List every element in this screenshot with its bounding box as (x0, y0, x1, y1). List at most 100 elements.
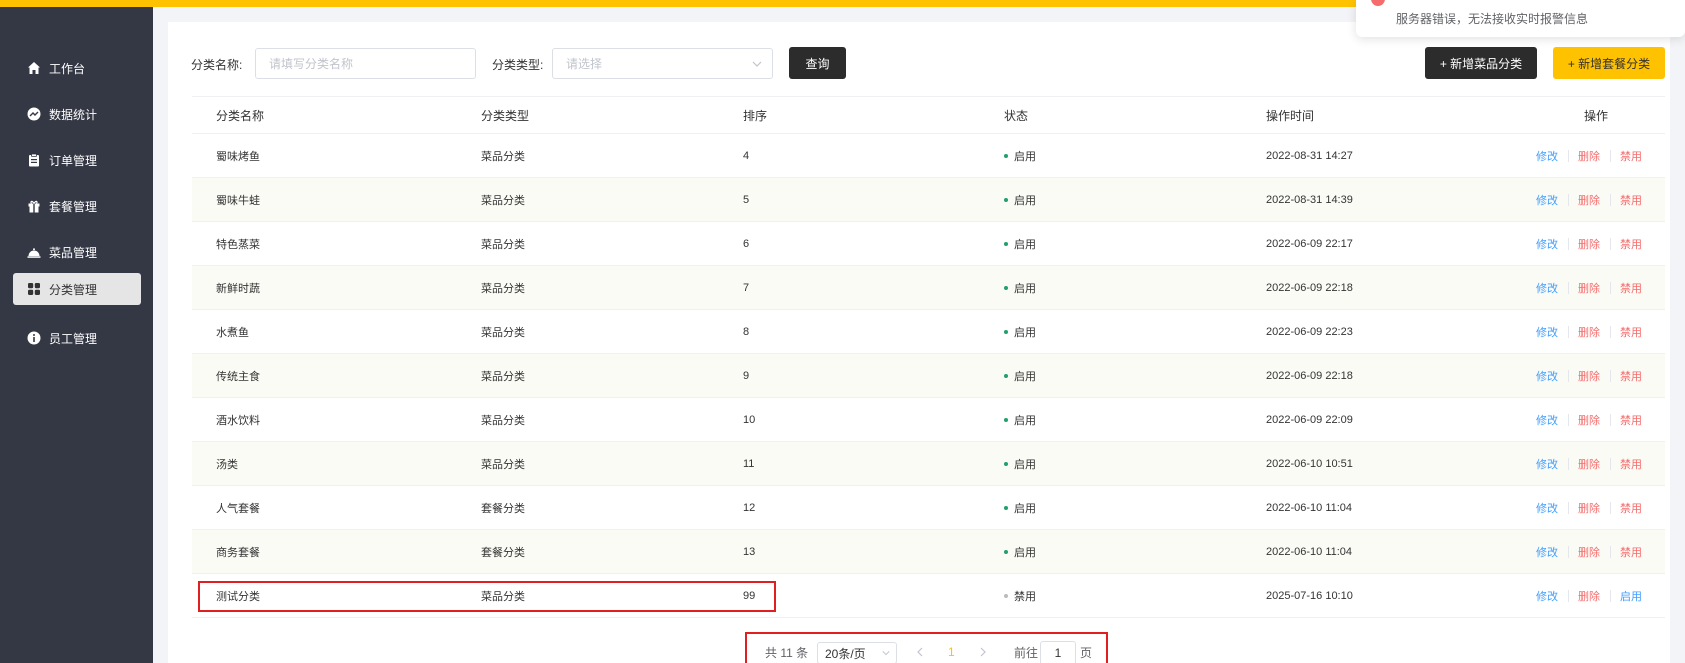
clipboard-icon (27, 153, 41, 167)
category-type-select[interactable]: 请选择 (552, 48, 773, 79)
toggle-status-label: 禁用 (1620, 326, 1642, 339)
toggle-status-button[interactable]: 禁用 (1620, 266, 1642, 309)
delete-button[interactable]: 删除 (1578, 442, 1600, 485)
status-text: 启用 (1014, 150, 1036, 163)
edit-button[interactable]: 修改 (1536, 442, 1558, 485)
sidebar-item-orders[interactable]: 订单管理 (13, 144, 141, 176)
delete-button[interactable]: 删除 (1578, 222, 1600, 265)
divider (1568, 530, 1569, 573)
cell-name: 蜀味牛蛙 (216, 194, 260, 207)
cell-status: 启用 (1004, 530, 1036, 573)
delete-button[interactable]: 删除 (1578, 310, 1600, 353)
edit-button[interactable]: 修改 (1536, 398, 1558, 441)
prev-page-button[interactable] (916, 640, 924, 663)
header-status: 状态 (1004, 108, 1029, 123)
cell-status: 启用 (1004, 266, 1036, 309)
sidebar-item-setmeals[interactable]: 套餐管理 (13, 190, 141, 222)
next-page-button[interactable] (979, 640, 987, 663)
edit-label: 修改 (1536, 458, 1558, 471)
goto-page-input[interactable]: 1 (1040, 641, 1076, 663)
cell-status: 启用 (1004, 134, 1036, 177)
cell-time: 2022-06-09 22:23 (1266, 325, 1353, 338)
cell-name: 水煮鱼 (216, 326, 249, 339)
table-row: 新鲜时蔬 菜品分类 7 启用 2022-06-09 22:18 修改 删除 禁用 (192, 266, 1665, 310)
toggle-status-button[interactable]: 禁用 (1620, 222, 1642, 265)
delete-label: 删除 (1578, 546, 1600, 559)
delete-label: 删除 (1578, 282, 1600, 295)
cell-time: 2022-06-10 10:51 (1266, 457, 1353, 470)
toggle-status-button[interactable]: 禁用 (1620, 134, 1642, 177)
toggle-status-button[interactable]: 启用 (1620, 574, 1642, 617)
category-name-placeholder: 请填写分类名称 (269, 57, 354, 71)
edit-label: 修改 (1536, 546, 1558, 559)
chart-icon (27, 107, 41, 121)
divider (1610, 310, 1611, 353)
table-row: 人气套餐 套餐分类 12 启用 2022-06-10 11:04 修改 删除 禁用 (192, 486, 1665, 530)
edit-button[interactable]: 修改 (1536, 354, 1558, 397)
edit-label: 修改 (1536, 590, 1558, 603)
edit-button[interactable]: 修改 (1536, 486, 1558, 529)
add-dish-category-button[interactable]: + 新增菜品分类 (1425, 47, 1537, 79)
cell-sort: 6 (743, 237, 750, 250)
table-row: 酒水饮料 菜品分类 10 启用 2022-06-09 22:09 修改 删除 禁用 (192, 398, 1665, 442)
divider (1568, 178, 1569, 221)
delete-button[interactable]: 删除 (1578, 486, 1600, 529)
toggle-status-button[interactable]: 禁用 (1620, 442, 1642, 485)
delete-button[interactable]: 删除 (1578, 530, 1600, 573)
divider (1610, 354, 1611, 397)
toggle-status-label: 禁用 (1620, 150, 1642, 163)
edit-button[interactable]: 修改 (1536, 310, 1558, 353)
cell-name: 汤类 (216, 458, 238, 471)
sidebar-item-categories[interactable]: 分类管理 (13, 273, 141, 305)
delete-button[interactable]: 删除 (1578, 574, 1600, 617)
cell-sort: 12 (743, 501, 756, 514)
edit-button[interactable]: 修改 (1536, 530, 1558, 573)
edit-label: 修改 (1536, 326, 1558, 339)
cell-type: 菜品分类 (481, 370, 525, 383)
add-setmeal-category-button[interactable]: + 新增套餐分类 (1553, 47, 1665, 79)
sidebar-item-employees[interactable]: 员工管理 (13, 322, 141, 354)
edit-button[interactable]: 修改 (1536, 222, 1558, 265)
category-type-label: 分类类型: (492, 58, 544, 72)
delete-button[interactable]: 删除 (1578, 398, 1600, 441)
status-text: 启用 (1014, 282, 1036, 295)
page-size-select[interactable]: 20条/页 (817, 642, 897, 663)
divider (1610, 574, 1611, 617)
toggle-status-button[interactable]: 禁用 (1620, 310, 1642, 353)
toggle-status-label: 禁用 (1620, 546, 1642, 559)
toggle-status-button[interactable]: 禁用 (1620, 398, 1642, 441)
cell-status: 启用 (1004, 222, 1036, 265)
edit-button[interactable]: 修改 (1536, 574, 1558, 617)
status-dot-icon (1004, 549, 1008, 554)
toggle-status-button[interactable]: 禁用 (1620, 178, 1642, 221)
edit-label: 修改 (1536, 370, 1558, 383)
sidebar-item-statistics[interactable]: 数据统计 (13, 98, 141, 130)
cell-status: 启用 (1004, 442, 1036, 485)
sidebar-item-workbench[interactable]: 工作台 (13, 52, 141, 84)
edit-button[interactable]: 修改 (1536, 178, 1558, 221)
divider (1568, 442, 1569, 485)
edit-button[interactable]: 修改 (1536, 134, 1558, 177)
edit-label: 修改 (1536, 282, 1558, 295)
delete-button[interactable]: 删除 (1578, 266, 1600, 309)
edit-label: 修改 (1536, 502, 1558, 515)
divider (1610, 486, 1611, 529)
toggle-status-label: 禁用 (1620, 194, 1642, 207)
delete-button[interactable]: 删除 (1578, 178, 1600, 221)
search-button[interactable]: 查询 (789, 47, 846, 79)
toggle-status-button[interactable]: 禁用 (1620, 486, 1642, 529)
toggle-status-button[interactable]: 禁用 (1620, 354, 1642, 397)
grid-icon (27, 282, 41, 296)
category-name-input[interactable]: 请填写分类名称 (255, 48, 476, 79)
sidebar-item-dishes[interactable]: 菜品管理 (13, 236, 141, 268)
delete-button[interactable]: 删除 (1578, 134, 1600, 177)
edit-button[interactable]: 修改 (1536, 266, 1558, 309)
cell-time: 2022-06-09 22:09 (1266, 413, 1353, 426)
delete-button[interactable]: 删除 (1578, 354, 1600, 397)
toggle-status-button[interactable]: 禁用 (1620, 530, 1642, 573)
chevron-down-icon (752, 61, 762, 67)
page-number-1[interactable]: 1 (948, 640, 955, 663)
divider (1568, 134, 1569, 177)
sidebar-item-label: 菜品管理 (49, 245, 98, 260)
page-suffix: 页 (1080, 645, 1093, 660)
